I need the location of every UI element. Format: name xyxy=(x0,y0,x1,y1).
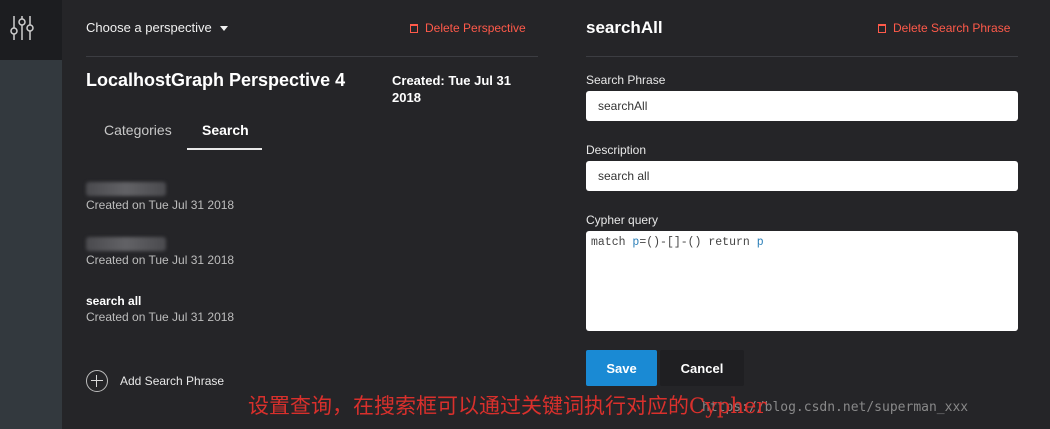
item-created-date: Created on Tue Jul 31 2018 xyxy=(86,253,235,267)
tab-search[interactable]: Search xyxy=(202,122,249,138)
divider xyxy=(86,56,538,57)
active-tab-indicator xyxy=(187,148,262,150)
perspective-created-date: Created: Tue Jul 31 2018 xyxy=(392,73,511,105)
cypher-query-editor[interactable]: match p=()-[]-() return p xyxy=(586,231,1018,331)
perspective-panel: Choose a perspective Delete Perspective … xyxy=(62,0,538,429)
plus-circle-icon xyxy=(86,370,108,392)
nav-rail-body xyxy=(0,60,62,429)
search-phrase-item[interactable]: Created on Tue Jul 31 2018 xyxy=(86,182,234,212)
delete-search-phrase-label: Delete Search Phrase xyxy=(893,21,1011,35)
annotation-caption: 设置查询，在搜索框可以通过关键词执行对应的Cypher xyxy=(248,394,767,418)
search-phrase-item[interactable]: Created on Tue Jul 31 2018 xyxy=(86,237,234,267)
item-created-date: Created on Tue Jul 31 2018 xyxy=(86,198,235,212)
search-phrase-title: searchAll xyxy=(586,18,663,37)
delete-search-phrase-button[interactable]: Delete Search Phrase xyxy=(878,21,1010,35)
nav-rail xyxy=(0,0,62,429)
delete-perspective-button[interactable]: Delete Perspective xyxy=(410,21,526,35)
divider xyxy=(586,56,1018,57)
redacted-title xyxy=(86,237,166,251)
save-button[interactable]: Save xyxy=(586,350,657,386)
perspective-dropdown-label: Choose a perspective xyxy=(86,20,212,35)
description-input[interactable] xyxy=(586,161,1018,191)
search-phrase-label: Search Phrase xyxy=(586,73,666,87)
cancel-button[interactable]: Cancel xyxy=(660,350,744,386)
perspective-title: LocalhostGraph Perspective 4 xyxy=(86,70,346,90)
add-search-phrase-button[interactable]: Add Search Phrase xyxy=(86,370,224,392)
search-phrase-input[interactable] xyxy=(586,91,1018,121)
description-label: Description xyxy=(586,143,647,157)
delete-perspective-label: Delete Perspective xyxy=(425,21,526,35)
trash-icon xyxy=(410,24,418,33)
item-title: search all xyxy=(86,294,142,308)
trash-icon xyxy=(878,24,886,33)
add-search-phrase-label: Add Search Phrase xyxy=(120,374,225,388)
perspective-dropdown[interactable]: Choose a perspective xyxy=(86,20,228,35)
item-created-date: Created on Tue Jul 31 2018 xyxy=(86,310,235,324)
nav-rail-top xyxy=(0,0,62,60)
tab-categories[interactable]: Categories xyxy=(104,122,172,138)
caret-down-icon xyxy=(219,26,228,32)
redacted-title xyxy=(86,182,166,196)
cypher-query-label: Cypher query xyxy=(586,213,659,227)
search-phrase-item[interactable]: search all Created on Tue Jul 31 2018 xyxy=(86,294,234,324)
settings-sliders-icon[interactable] xyxy=(10,14,34,42)
search-phrase-editor: searchAll Delete Search Phrase Search Ph… xyxy=(538,0,1050,429)
